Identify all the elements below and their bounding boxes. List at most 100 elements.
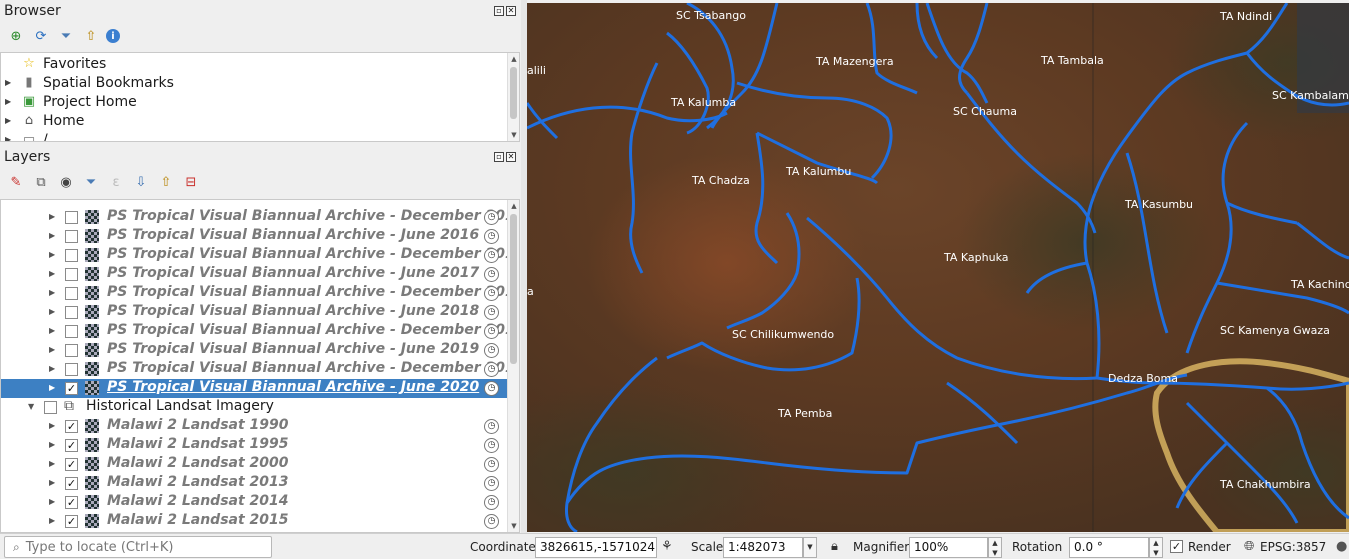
expand-arrow-icon[interactable]: ▶ xyxy=(49,497,55,506)
browser-scrollbar[interactable]: ▲ ▼ xyxy=(507,53,519,141)
filter-legend-icon[interactable]: ⏷ xyxy=(81,172,101,192)
temporal-clock-icon[interactable]: ◷ xyxy=(484,419,499,434)
coordinate-field[interactable]: 3826615,-1571024 xyxy=(535,537,657,558)
browser-item-root[interactable]: ▶ ▭ / xyxy=(1,130,48,142)
magnifier-field[interactable]: 100% xyxy=(909,537,988,558)
layer-row[interactable]: ▶ PS Tropical Visual Biannual Archive - D… xyxy=(1,208,519,227)
float-panel-icon[interactable]: ▫ xyxy=(494,6,504,16)
collapse-all-icon[interactable]: ⇧ xyxy=(81,26,101,46)
expand-arrow-icon[interactable]: ▶ xyxy=(49,516,55,525)
layer-row[interactable]: ▶ PS Tropical Visual Biannual Archive - J… xyxy=(1,341,508,360)
layer-row[interactable]: ▶ PS Tropical Visual Biannual Archive - D… xyxy=(1,246,519,265)
remove-layer-icon[interactable]: ⊟ xyxy=(181,172,201,192)
layer-visibility-checkbox[interactable]: ✓ xyxy=(65,382,78,395)
rotation-stepper-icon[interactable]: ▲ ▼ xyxy=(1149,537,1163,558)
expand-arrow-icon[interactable]: ▶ xyxy=(49,364,55,373)
browser-item-spatial-bookmarks[interactable]: ▶ ▮ Spatial Bookmarks xyxy=(1,73,174,92)
browser-item-favorites[interactable]: ☆ Favorites xyxy=(1,54,106,73)
layer-visibility-checkbox[interactable] xyxy=(65,344,78,357)
expand-arrow-icon[interactable]: ▶ xyxy=(49,478,55,487)
temporal-clock-icon[interactable]: ◷ xyxy=(484,381,499,396)
add-selected-layers-icon[interactable]: ⊕ xyxy=(6,26,26,46)
layers-scrollbar[interactable]: ▲ ▼ xyxy=(507,200,519,532)
expand-all-icon[interactable]: ⇩ xyxy=(131,172,151,192)
temporal-clock-icon[interactable]: ◷ xyxy=(484,324,499,339)
layer-visibility-checkbox[interactable] xyxy=(65,230,78,243)
expand-arrow-icon[interactable]: ▶ xyxy=(49,212,55,221)
layer-row[interactable]: ▶ ✓ Malawi 2 Landsat 2015 ◷ xyxy=(1,512,508,531)
expand-arrow-icon[interactable]: ▶ xyxy=(49,383,55,392)
scale-dropdown-icon[interactable]: ▼ xyxy=(803,537,817,558)
map-canvas[interactable]: SC Tsabango TA Ndindi TA Mazengera TA Ta… xyxy=(527,3,1349,532)
layer-visibility-checkbox[interactable]: ✓ xyxy=(65,477,78,490)
layer-visibility-checkbox[interactable] xyxy=(65,211,78,224)
layer-visibility-checkbox[interactable]: ✓ xyxy=(65,515,78,528)
expand-arrow-icon[interactable]: ▶ xyxy=(49,269,55,278)
locator-search-input[interactable]: ⌕ Type to locate (Ctrl+K) xyxy=(4,536,272,558)
scale-field[interactable]: 1:482073 xyxy=(723,537,803,558)
temporal-clock-icon[interactable]: ◷ xyxy=(484,495,499,510)
layer-row[interactable]: ▶ PS Tropical Visual Biannual Archive - J… xyxy=(1,303,508,322)
messages-icon[interactable]: ● xyxy=(1336,539,1347,554)
expand-arrow-icon[interactable]: ▶ xyxy=(49,459,55,468)
layer-visibility-checkbox[interactable] xyxy=(65,249,78,262)
info-icon[interactable]: i xyxy=(106,29,120,43)
close-panel-icon[interactable]: ✕ xyxy=(506,152,516,162)
expand-arrow-icon[interactable]: ▶ xyxy=(49,440,55,449)
temporal-clock-icon[interactable]: ◷ xyxy=(484,267,499,282)
layer-row[interactable]: ▶ ✓ PS Tropical Visual Biannual Archive - … xyxy=(1,379,508,398)
layer-row[interactable]: ▶ PS Tropical Visual Biannual Archive - J… xyxy=(1,227,508,246)
expand-arrow-icon[interactable]: ▶ xyxy=(49,345,55,354)
layer-row[interactable]: ▶ ✓ Malawi 2 Landsat 2000 ◷ xyxy=(1,455,508,474)
layer-visibility-checkbox[interactable] xyxy=(65,287,78,300)
temporal-clock-icon[interactable]: ◷ xyxy=(484,343,499,358)
temporal-clock-icon[interactable]: ◷ xyxy=(484,286,499,301)
expand-arrow-icon[interactable]: ▶ xyxy=(49,250,55,259)
temporal-clock-icon[interactable]: ◷ xyxy=(484,305,499,320)
expand-arrow-icon[interactable]: ▶ xyxy=(49,307,55,316)
expand-arrow-icon[interactable]: ▶ xyxy=(49,326,55,335)
collapse-all-layers-icon[interactable]: ⇧ xyxy=(156,172,176,192)
expand-arrow-icon[interactable]: ▶ xyxy=(49,231,55,240)
layer-row[interactable]: ▶ PS Tropical Visual Biannual Archive - J… xyxy=(1,265,508,284)
layer-visibility-checkbox[interactable] xyxy=(44,401,57,414)
layer-row[interactable]: ▶ ✓ Malawi 2 Landsat 1995 ◷ xyxy=(1,436,508,455)
refresh-icon[interactable]: ⟳ xyxy=(31,26,51,46)
temporal-clock-icon[interactable]: ◷ xyxy=(484,476,499,491)
toggle-extents-icon[interactable]: ⚘ xyxy=(661,539,673,554)
layer-visibility-checkbox[interactable] xyxy=(65,268,78,281)
layer-row[interactable]: ▶ ✓ Malawi 2 Landsat 2013 ◷ xyxy=(1,474,508,493)
close-panel-icon[interactable]: ✕ xyxy=(506,6,516,16)
expand-arrow-icon[interactable]: ▶ xyxy=(49,421,55,430)
temporal-clock-icon[interactable]: ◷ xyxy=(484,438,499,453)
layer-row[interactable]: ▶ PS Tropical Visual Biannual Archive - D… xyxy=(1,360,519,379)
visibility-eye-icon[interactable]: ◉ xyxy=(56,172,76,192)
float-panel-icon[interactable]: ▫ xyxy=(494,152,504,162)
layer-visibility-checkbox[interactable]: ✓ xyxy=(65,458,78,471)
temporal-clock-icon[interactable]: ◷ xyxy=(484,229,499,244)
lock-scale-icon[interactable]: 🔒︎ xyxy=(831,539,838,554)
expand-arrow-icon[interactable]: ▶ xyxy=(49,288,55,297)
temporal-clock-icon[interactable]: ◷ xyxy=(484,514,499,529)
layer-visibility-checkbox[interactable]: ✓ xyxy=(65,496,78,509)
temporal-clock-icon[interactable]: ◷ xyxy=(484,457,499,472)
layer-visibility-checkbox[interactable] xyxy=(65,325,78,338)
layer-row[interactable]: ▶ PS Tropical Visual Biannual Archive - D… xyxy=(1,322,519,341)
collapse-arrow-icon[interactable]: ▼ xyxy=(28,402,34,411)
layer-visibility-checkbox[interactable] xyxy=(65,363,78,376)
crs-globe-icon[interactable]: 🌐︎ xyxy=(1244,539,1254,554)
add-group-icon[interactable]: ⧉ xyxy=(31,172,51,192)
filter-icon[interactable]: ⏷ xyxy=(56,26,76,46)
temporal-clock-icon[interactable]: ◷ xyxy=(484,362,499,377)
layer-row[interactable]: ▶ ✓ Malawi 2 Landsat 1990 ◷ xyxy=(1,417,508,436)
layer-visibility-checkbox[interactable]: ✓ xyxy=(65,420,78,433)
layer-row[interactable]: ▶ PS Tropical Visual Biannual Archive - D… xyxy=(1,284,519,303)
render-checkbox[interactable]: ✓ xyxy=(1170,540,1183,553)
style-brush-icon[interactable]: ✎ xyxy=(6,172,26,192)
temporal-clock-icon[interactable]: ◷ xyxy=(484,248,499,263)
temporal-clock-icon[interactable]: ◷ xyxy=(484,210,499,225)
layer-visibility-checkbox[interactable]: ✓ xyxy=(65,439,78,452)
crs-label[interactable]: EPSG:3857 xyxy=(1260,540,1326,554)
magnifier-stepper-icon[interactable]: ▲ ▼ xyxy=(988,537,1002,558)
layer-visibility-checkbox[interactable] xyxy=(65,306,78,319)
